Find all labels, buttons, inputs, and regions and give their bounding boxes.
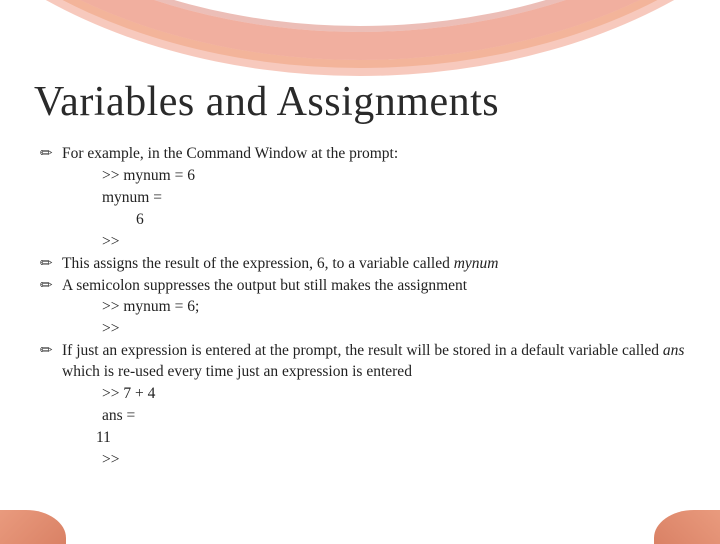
bullet-text: For example, in the Command Window at th… xyxy=(62,144,686,165)
bullet-item: ✏ For example, in the Command Window at … xyxy=(40,144,686,165)
code-line: >> xyxy=(40,232,686,253)
variable-name: mynum xyxy=(454,255,499,272)
bullet-item: ✏ A semicolon suppresses the output but … xyxy=(40,276,686,297)
decorative-corner-bottom-left xyxy=(0,510,66,544)
slide-body: ✏ For example, in the Command Window at … xyxy=(34,144,686,471)
bullet-icon: ✏ xyxy=(40,341,58,361)
bullet-item: ✏ If just an expression is entered at th… xyxy=(40,341,686,383)
slide-content: Variables and Assignments ✏ For example,… xyxy=(34,78,686,472)
bullet-text: A semicolon suppresses the output but st… xyxy=(62,276,686,297)
code-line: mynum = xyxy=(40,188,686,209)
variable-name: ans xyxy=(663,342,685,359)
slide-title: Variables and Assignments xyxy=(34,78,686,126)
bullet-item: ✏ This assigns the result of the express… xyxy=(40,254,686,275)
code-line: 6 xyxy=(40,210,686,231)
code-line: ans = xyxy=(40,406,686,427)
bullet-icon: ✏ xyxy=(40,254,58,274)
code-line: 11 xyxy=(40,428,686,449)
code-line: >> mynum = 6 xyxy=(40,166,686,187)
bullet-icon: ✏ xyxy=(40,276,58,296)
text-fragment: If just an expression is entered at the … xyxy=(62,342,663,359)
text-fragment: This assigns the result of the expressio… xyxy=(62,255,454,272)
code-line: >> mynum = 6; xyxy=(40,297,686,318)
code-line: >> xyxy=(40,319,686,340)
bullet-text: This assigns the result of the expressio… xyxy=(62,254,686,275)
code-line: >> xyxy=(40,450,686,471)
decorative-arc-top xyxy=(0,0,720,60)
text-fragment: which is re-used every time just an expr… xyxy=(62,363,412,380)
code-line: >> 7 + 4 xyxy=(40,384,686,405)
bullet-icon: ✏ xyxy=(40,144,58,164)
bullet-text: If just an expression is entered at the … xyxy=(62,341,686,383)
decorative-corner-bottom-right xyxy=(654,510,720,544)
